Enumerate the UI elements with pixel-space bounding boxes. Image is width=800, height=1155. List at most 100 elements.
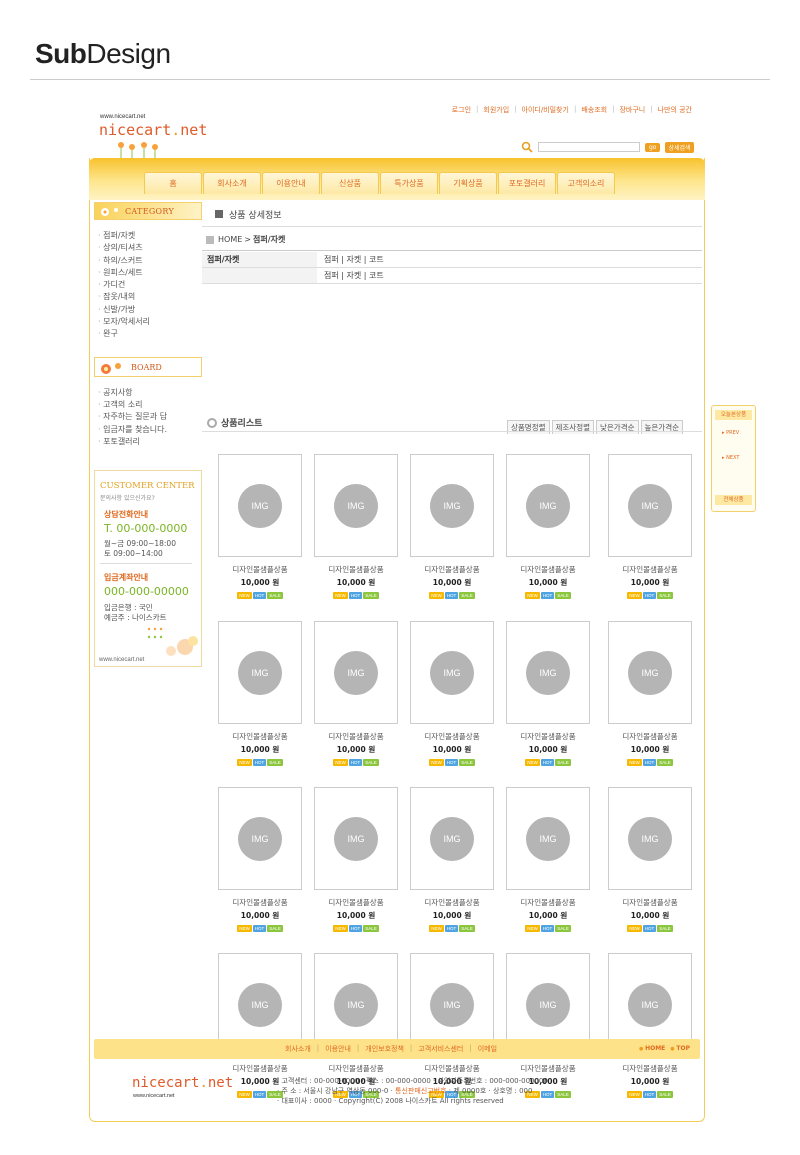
top-link[interactable]: 아이디/비밀찾기 — [517, 105, 574, 115]
category-item[interactable]: 하의/스커트 — [98, 255, 202, 267]
nav-tab[interactable]: 신상품 — [321, 172, 379, 194]
footer-top-link[interactable]: TOP — [670, 1045, 690, 1052]
nav-tab[interactable]: 홈 — [144, 172, 202, 194]
circle-bullet-icon — [207, 417, 217, 428]
category-item[interactable]: 원피스/세트 — [98, 267, 202, 279]
footer-link[interactable]: 이메일 — [472, 1044, 503, 1054]
product-name[interactable]: 디자인몰샘플상품 — [608, 731, 692, 742]
product-image[interactable]: IMG — [410, 787, 494, 890]
title-bullet-icon — [215, 210, 223, 218]
nav-tab[interactable]: 포토갤러리 — [498, 172, 556, 194]
product-name[interactable]: 디자인몰샘플상품 — [506, 897, 590, 908]
detail-search-button[interactable]: 상세검색 — [665, 141, 694, 153]
product-image[interactable]: IMG — [314, 454, 398, 557]
product-name[interactable]: 디자인몰샘플상품 — [506, 1063, 590, 1074]
category-item[interactable]: 완구 — [98, 328, 202, 340]
go-button[interactable]: go — [645, 142, 661, 152]
nav-tab[interactable]: 고객의소리 — [557, 172, 615, 194]
image-placeholder-icon: IMG — [526, 484, 570, 528]
category-item[interactable]: 신발/가방 — [98, 304, 202, 316]
product-image[interactable]: IMG — [314, 787, 398, 890]
next-button[interactable]: ▸ NEXT — [722, 455, 739, 461]
product-card[interactable]: IMG 디자인몰샘플상품 10,000 원 NEW HOT SALE — [608, 787, 692, 932]
footer-link[interactable]: 회사소개 — [279, 1044, 317, 1054]
product-image[interactable]: IMG — [608, 454, 692, 557]
top-link[interactable]: 나만의 공간 — [653, 105, 697, 115]
footer-home-link[interactable]: HOME — [639, 1045, 665, 1052]
product-name[interactable]: 디자인몰샘플상품 — [410, 897, 494, 908]
product-name[interactable]: 디자인몰샘플상품 — [608, 564, 692, 575]
product-name[interactable]: 디자인몰샘플상품 — [314, 897, 398, 908]
product-card[interactable]: IMG 디자인몰샘플상품 10,000 원 NEW HOT SALE — [218, 454, 302, 599]
board-item[interactable]: 자주하는 질문과 답 — [98, 411, 202, 423]
product-image[interactable]: IMG — [218, 787, 302, 890]
top-link[interactable]: 배송조회 — [576, 105, 612, 115]
product-name[interactable]: 디자인몰샘플상품 — [506, 564, 590, 575]
board-item[interactable]: 입금자를 찾습니다. — [98, 424, 202, 436]
product-card[interactable]: IMG 디자인몰샘플상품 10,000 원 NEW HOT SALE — [218, 787, 302, 932]
board-item[interactable]: 포토갤러리 — [98, 436, 202, 448]
product-image[interactable]: IMG — [218, 621, 302, 724]
product-name[interactable]: 디자인몰샘플상품 — [608, 1063, 692, 1074]
product-card[interactable]: IMG 디자인몰샘플상품 10,000 원 NEW HOT SALE — [410, 454, 494, 599]
product-card[interactable]: IMG 디자인몰샘플상품 10,000 원 NEW HOT SALE — [410, 621, 494, 766]
product-name[interactable]: 디자인몰샘플상품 — [218, 564, 302, 575]
top-link[interactable]: 로그인 — [447, 105, 476, 115]
footer-link[interactable]: 이용안내 — [319, 1044, 357, 1054]
product-card[interactable]: IMG 디자인몰샘플상품 10,000 원 NEW HOT SALE — [314, 787, 398, 932]
product-name[interactable]: 디자인몰샘플상품 — [608, 897, 692, 908]
product-image[interactable]: IMG — [506, 621, 590, 724]
product-image[interactable]: IMG — [410, 454, 494, 557]
footer-link[interactable]: 고객서비스센터 — [412, 1044, 469, 1054]
nav-tab[interactable]: 기획상품 — [439, 172, 497, 194]
site-logo[interactable]: nicecart.net — [99, 121, 207, 139]
product-card[interactable]: IMG 디자인몰샘플상품 10,000 원 NEW HOT SALE — [608, 621, 692, 766]
category-item[interactable]: 모자/악세서리 — [98, 316, 202, 328]
product-card[interactable]: IMG 디자인몰샘플상품 10,000 원 NEW HOT SALE — [506, 787, 590, 932]
prev-button[interactable]: ▸ PREV — [722, 430, 739, 436]
category-item[interactable]: 점퍼/자켓 — [98, 230, 202, 242]
top-link[interactable]: 회원가입 — [478, 105, 514, 115]
product-name[interactable]: 디자인몰샘플상품 — [314, 564, 398, 575]
product-name[interactable]: 디자인몰샘플상품 — [218, 1063, 302, 1074]
product-card[interactable]: IMG 디자인몰샘플상품 10,000 원 NEW HOT SALE — [506, 454, 590, 599]
product-card[interactable]: IMG 디자인몰샘플상품 10,000 원 NEW HOT SALE — [506, 621, 590, 766]
image-placeholder-icon: IMG — [430, 651, 474, 695]
product-card[interactable]: IMG 디자인몰샘플상품 10,000 원 NEW HOT SALE — [608, 454, 692, 599]
product-name[interactable]: 디자인몰샘플상품 — [314, 731, 398, 742]
product-name[interactable]: 디자인몰샘플상품 — [410, 731, 494, 742]
badge-hot: HOT — [252, 759, 267, 766]
product-name[interactable]: 디자인몰샘플상품 — [410, 1063, 494, 1074]
footer-link[interactable]: 개인보호정책 — [359, 1044, 410, 1054]
nav-tab[interactable]: 특가상품 — [380, 172, 438, 194]
product-image[interactable]: IMG — [314, 621, 398, 724]
nav-tab[interactable]: 이용안내 — [262, 172, 320, 194]
product-name[interactable]: 디자인몰샘플상품 — [410, 564, 494, 575]
nav-tab[interactable]: 회사소개 — [203, 172, 261, 194]
board-item[interactable]: 공지사항 — [98, 387, 202, 399]
product-image[interactable]: IMG — [410, 621, 494, 724]
product-name[interactable]: 디자인몰샘플상품 — [218, 731, 302, 742]
product-image[interactable]: IMG — [608, 621, 692, 724]
product-name[interactable]: 디자인몰샘플상품 — [314, 1063, 398, 1074]
category-item[interactable]: 가디건 — [98, 279, 202, 291]
product-image[interactable]: IMG — [506, 787, 590, 890]
search-input[interactable] — [538, 142, 640, 152]
product-image[interactable]: IMG — [608, 787, 692, 890]
board-item[interactable]: 고객의 소리 — [98, 399, 202, 411]
product-name[interactable]: 디자인몰샘플상품 — [506, 731, 590, 742]
product-image[interactable]: IMG — [218, 454, 302, 557]
product-card[interactable]: IMG 디자인몰샘플상품 10,000 원 NEW HOT SALE — [218, 621, 302, 766]
product-card[interactable]: IMG 디자인몰샘플상품 10,000 원 NEW HOT SALE — [314, 454, 398, 599]
category-item[interactable]: 잠옷/내의 — [98, 291, 202, 303]
category-header: CATEGORY — [94, 202, 202, 220]
product-card[interactable]: IMG 디자인몰샘플상품 10,000 원 NEW HOT SALE — [608, 953, 692, 1098]
product-card[interactable]: IMG 디자인몰샘플상품 10,000 원 NEW HOT SALE — [410, 787, 494, 932]
category-item[interactable]: 상의/티셔츠 — [98, 242, 202, 254]
all-products-button[interactable]: 전체상품 — [715, 495, 752, 505]
caption-divider — [30, 79, 770, 80]
product-name[interactable]: 디자인몰샘플상품 — [218, 897, 302, 908]
product-image[interactable]: IMG — [506, 454, 590, 557]
product-card[interactable]: IMG 디자인몰샘플상품 10,000 원 NEW HOT SALE — [314, 621, 398, 766]
top-link[interactable]: 장바구니 — [614, 105, 650, 115]
